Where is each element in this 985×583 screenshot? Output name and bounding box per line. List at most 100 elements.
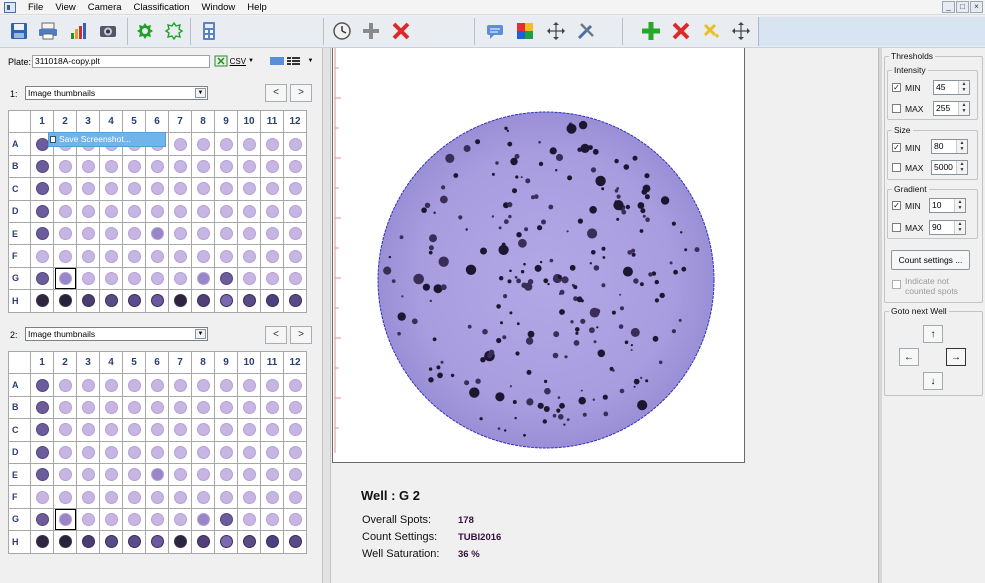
row-header[interactable]: A — [8, 132, 31, 156]
column-header[interactable]: 12 — [283, 109, 307, 134]
row-header[interactable]: D — [8, 199, 31, 223]
column-header[interactable]: 1 — [30, 109, 54, 134]
intensity-min-field[interactable]: 45 ▲ ▼ — [933, 80, 970, 95]
row-header[interactable]: A — [8, 373, 31, 397]
well-cell[interactable] — [191, 418, 215, 442]
well-cell[interactable] — [122, 462, 146, 487]
well-cell[interactable] — [214, 199, 238, 223]
well-cell[interactable] — [237, 244, 261, 268]
well-cell[interactable] — [168, 154, 192, 179]
well-cell[interactable] — [76, 289, 100, 313]
well-cell[interactable] — [237, 199, 261, 223]
row-header[interactable]: F — [8, 244, 31, 268]
well-cell[interactable] — [214, 462, 238, 487]
well-cell[interactable] — [237, 289, 261, 313]
well-cell[interactable] — [214, 244, 238, 268]
well-cell[interactable] — [283, 485, 307, 509]
well-cell[interactable] — [76, 244, 100, 268]
spinner-arrows-icon[interactable]: ▲ ▼ — [958, 102, 969, 115]
column-header[interactable]: 8 — [191, 350, 215, 375]
view-mode-select-1[interactable]: Image thumbnails ▼ — [25, 86, 208, 100]
well-cell[interactable] — [237, 395, 261, 420]
well-cell[interactable] — [191, 154, 215, 179]
move-icon[interactable] — [545, 20, 567, 42]
well-cell[interactable] — [76, 507, 100, 532]
well-cell[interactable] — [214, 395, 238, 420]
well-cell[interactable] — [168, 530, 192, 554]
well-cell[interactable] — [145, 199, 169, 223]
well-cell[interactable] — [122, 418, 146, 442]
well-cell[interactable] — [99, 221, 123, 246]
column-header[interactable]: 5 — [122, 109, 146, 134]
well-cell[interactable] — [53, 440, 77, 464]
well-cell[interactable] — [260, 199, 284, 223]
well-cell[interactable] — [53, 154, 77, 179]
well-cell[interactable] — [260, 289, 284, 313]
well-cell[interactable] — [99, 485, 123, 509]
view-mode-select-2[interactable]: Image thumbnails ▼ — [25, 327, 208, 341]
well-cell[interactable] — [283, 395, 307, 420]
well-cell[interactable] — [168, 462, 192, 487]
well-cell[interactable] — [168, 221, 192, 246]
well-cell[interactable] — [237, 462, 261, 487]
well-cell[interactable] — [145, 244, 169, 268]
well-cell[interactable] — [99, 507, 123, 532]
column-header[interactable]: 6 — [145, 109, 169, 134]
well-cell[interactable] — [30, 221, 54, 246]
well-cell[interactable] — [237, 507, 261, 532]
well-cell[interactable] — [99, 440, 123, 464]
row-header[interactable]: B — [8, 154, 31, 179]
well-cell[interactable] — [122, 440, 146, 464]
well-cell[interactable] — [122, 373, 146, 397]
well-cell[interactable] — [168, 289, 192, 313]
well-cell[interactable] — [283, 507, 307, 532]
well-cell[interactable] — [145, 462, 169, 487]
well-cell[interactable] — [191, 440, 215, 464]
well-cell[interactable] — [99, 395, 123, 420]
well-cell[interactable] — [283, 530, 307, 554]
well-cell[interactable] — [122, 289, 146, 313]
well-cell[interactable] — [145, 289, 169, 313]
well-cell[interactable] — [122, 154, 146, 179]
next-page-button[interactable]: > — [290, 326, 312, 344]
well-cell[interactable] — [237, 373, 261, 397]
menu-help[interactable]: Help — [241, 0, 273, 15]
well-cell[interactable] — [30, 507, 54, 532]
well-cell[interactable] — [99, 266, 123, 291]
well-cell[interactable] — [260, 418, 284, 442]
column-header[interactable]: 8 — [191, 109, 215, 134]
well-cell[interactable] — [53, 530, 77, 554]
row-header[interactable]: G — [8, 266, 31, 291]
well-cell[interactable] — [214, 221, 238, 246]
row-header[interactable]: E — [8, 221, 31, 246]
well-cell[interactable] — [191, 132, 215, 156]
well-cell[interactable] — [283, 462, 307, 487]
gradient-max-field[interactable]: 90 ▲ ▼ — [929, 220, 966, 235]
close-button[interactable]: × — [970, 1, 983, 13]
well-cell[interactable] — [76, 418, 100, 442]
menu-file[interactable]: File — [22, 0, 49, 15]
gradient-max-checkbox[interactable] — [892, 223, 901, 232]
well-cell[interactable] — [30, 440, 54, 464]
well-cell[interactable] — [145, 221, 169, 246]
row-header[interactable]: G — [8, 507, 31, 532]
well-cell[interactable] — [237, 266, 261, 291]
well-cell[interactable] — [191, 266, 215, 291]
row-header[interactable]: B — [8, 395, 31, 420]
well-cell[interactable] — [76, 199, 100, 223]
column-header[interactable]: 1 — [30, 350, 54, 375]
well-cell[interactable] — [214, 154, 238, 179]
well-cell[interactable] — [30, 418, 54, 442]
row-header[interactable]: E — [8, 462, 31, 487]
spinner-arrows-icon[interactable]: ▲ ▼ — [958, 81, 969, 94]
column-header[interactable]: 9 — [214, 109, 238, 134]
well-cell[interactable] — [168, 373, 192, 397]
menu-view[interactable]: View — [49, 0, 81, 15]
well-cell[interactable] — [122, 199, 146, 223]
menu-window[interactable]: Window — [196, 0, 242, 15]
well-cell[interactable] — [191, 177, 215, 201]
well-cell[interactable] — [99, 244, 123, 268]
bar-chart-icon[interactable] — [68, 20, 90, 42]
well-cell[interactable] — [168, 177, 192, 201]
column-header[interactable]: 6 — [145, 350, 169, 375]
